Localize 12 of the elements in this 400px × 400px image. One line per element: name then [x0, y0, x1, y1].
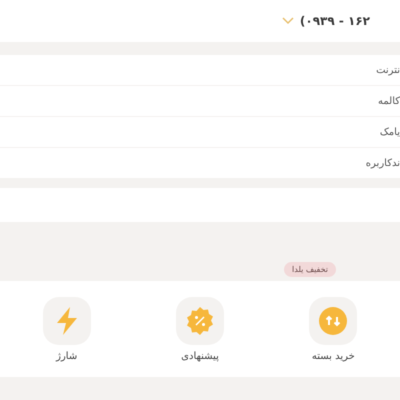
- menu-item[interactable]: ندکاربره: [366, 158, 400, 168]
- phone-number[interactable]: ۱۶۲ - ۰۹۳۹): [300, 14, 370, 28]
- menu-item[interactable]: یامک: [380, 126, 400, 138]
- shortcut-button[interactable]: پیشنهادی: [155, 297, 246, 362]
- shortcut-button[interactable]: شارژ: [22, 297, 112, 362]
- discount-badge-icon: [185, 306, 216, 336]
- arrows-circle-icon: [318, 306, 348, 336]
- discount-badge: تخفیف یلدا: [284, 262, 336, 277]
- menu-item[interactable]: کالمه: [378, 96, 400, 106]
- chevron-down-icon[interactable]: [282, 17, 294, 25]
- shortcut-button[interactable]: خرید بسته: [288, 297, 378, 362]
- menu-item[interactable]: نترنت: [376, 64, 400, 76]
